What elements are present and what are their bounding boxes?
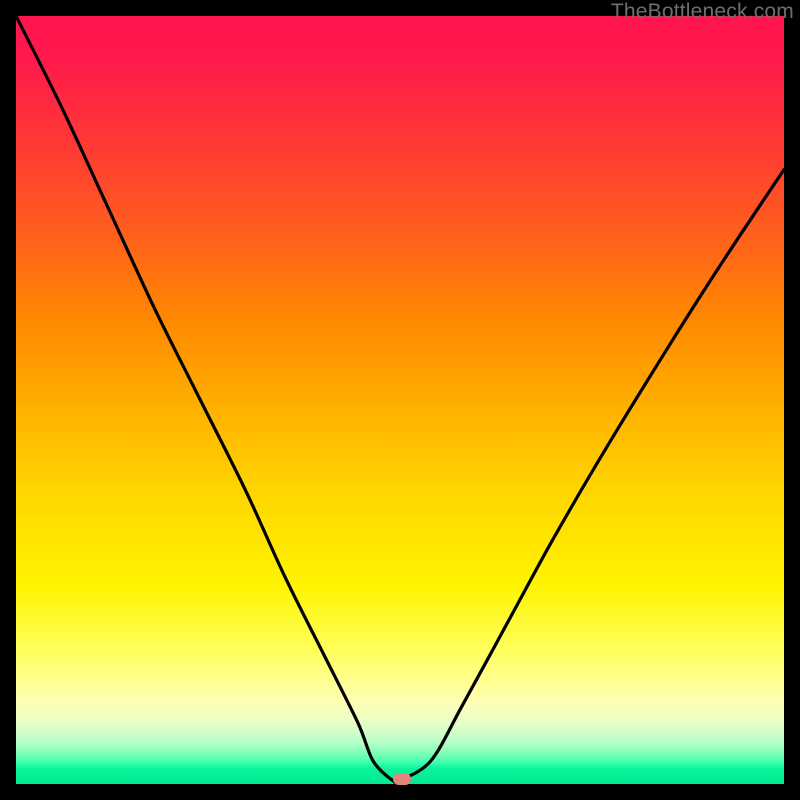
bottleneck-curve: [16, 16, 784, 784]
chart-frame: [16, 16, 784, 784]
optimal-point-marker: [393, 773, 411, 785]
watermark-text: TheBottleneck.com: [611, 0, 794, 24]
